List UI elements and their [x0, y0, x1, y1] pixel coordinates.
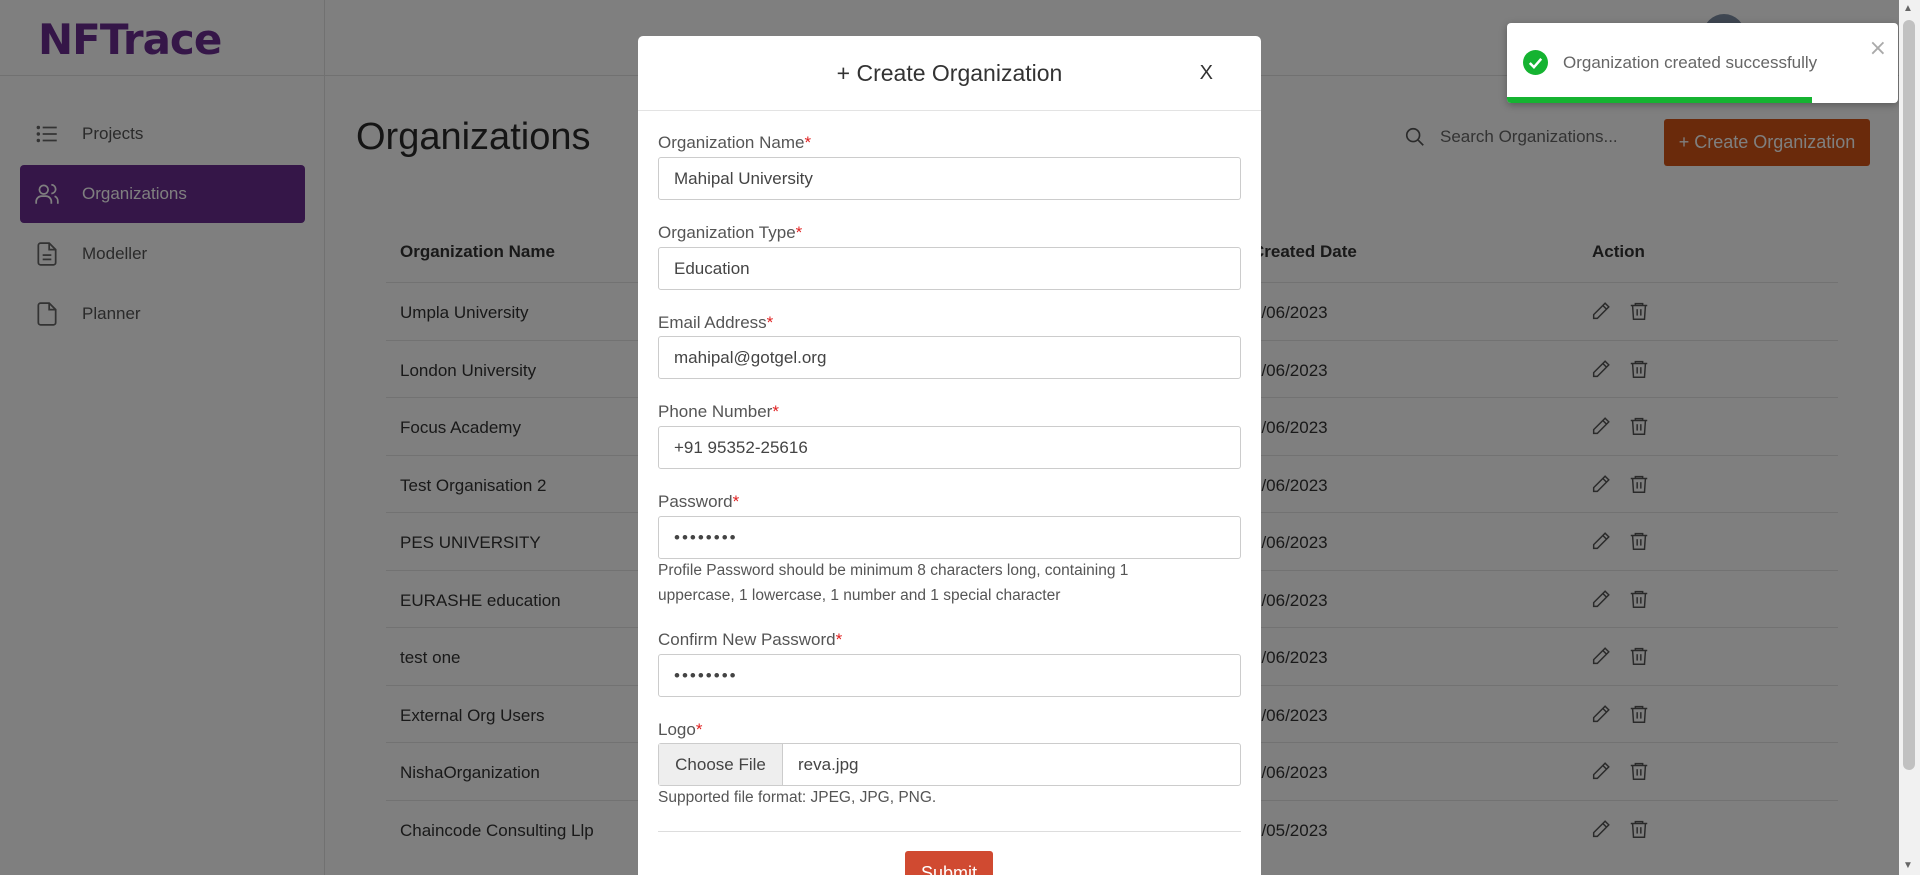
- success-toast: Organization created successfully ×: [1507, 23, 1898, 103]
- modal-divider: [658, 831, 1241, 832]
- selected-file-name: reva.jpg: [798, 754, 859, 774]
- modal-title: + Create Organization: [836, 60, 1063, 86]
- password-label: Password*: [658, 492, 740, 511]
- submit-button[interactable]: Submit: [905, 851, 993, 875]
- logo-label: Logo*: [658, 720, 703, 739]
- modal-close-button[interactable]: X: [1200, 62, 1213, 85]
- modal-header: + Create Organization X: [638, 36, 1261, 111]
- org-name-field[interactable]: Mahipal University: [658, 157, 1241, 200]
- create-organization-modal: + Create Organization X Organization Nam…: [638, 36, 1261, 875]
- password-field[interactable]: ••••••••: [658, 516, 1241, 559]
- org-name-label: Organization Name*: [658, 133, 812, 152]
- org-type-label: Organization Type*: [658, 223, 803, 242]
- page-scrollbar[interactable]: ▲ ▼: [1899, 0, 1920, 875]
- email-field[interactable]: mahipal@gotgel.org: [658, 336, 1241, 379]
- scroll-down-icon[interactable]: ▼: [1903, 860, 1913, 871]
- logo-file-input[interactable]: Choose File reva.jpg: [658, 743, 1241, 786]
- phone-field[interactable]: +91 95352-25616: [658, 426, 1241, 469]
- phone-label: Phone Number*: [658, 402, 779, 421]
- org-type-field[interactable]: Education: [658, 247, 1241, 290]
- password-help-text: Profile Password should be minimum 8 cha…: [658, 562, 1129, 604]
- choose-file-button[interactable]: Choose File: [659, 744, 783, 785]
- confirm-password-label: Confirm New Password*: [658, 630, 843, 649]
- toast-progress-bar: [1507, 97, 1812, 103]
- logo-help-text: Supported file format: JPEG, JPG, PNG.: [658, 789, 937, 806]
- toast-message: Organization created successfully: [1563, 53, 1818, 72]
- scrollbar-thumb[interactable]: [1903, 20, 1915, 770]
- toast-close-button[interactable]: ×: [1869, 36, 1887, 61]
- check-circle-icon: [1523, 50, 1548, 75]
- scroll-up-icon[interactable]: ▲: [1903, 3, 1913, 14]
- confirm-password-field[interactable]: ••••••••: [658, 654, 1241, 697]
- email-label: Email Address*: [658, 313, 774, 332]
